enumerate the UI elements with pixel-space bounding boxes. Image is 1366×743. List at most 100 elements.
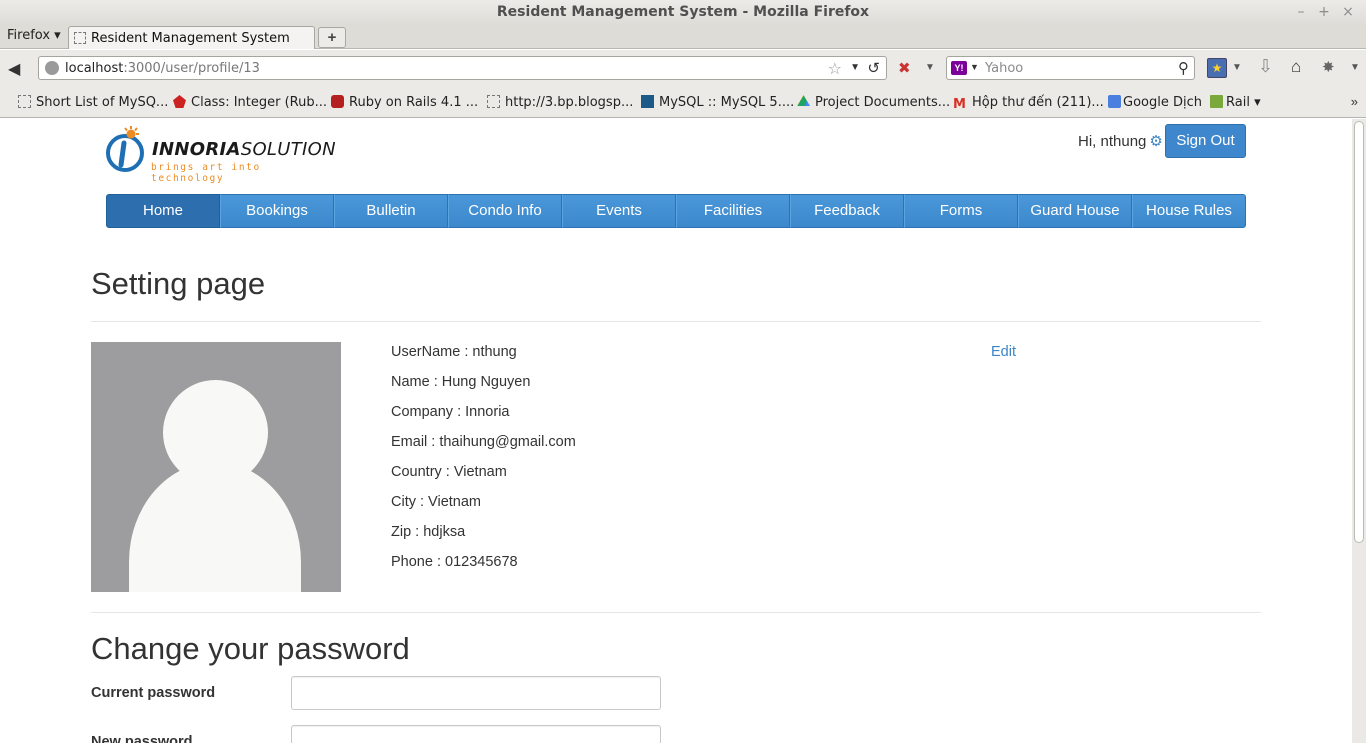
reload-icon[interactable]: ↺ xyxy=(867,59,880,77)
logo-wordmark: INNORIASOLUTION xyxy=(152,139,336,160)
url-text[interactable]: localhost:3000/user/profile/13 xyxy=(65,61,260,76)
bookmark-star-icon[interactable]: ☆ xyxy=(828,59,842,79)
globe-icon xyxy=(45,61,59,75)
nav-item-guard-house[interactable]: Guard House xyxy=(1018,194,1132,228)
bookmark-label: Ruby on Rails 4.1 ... xyxy=(349,95,479,110)
addon-dropdown-icon[interactable]: ▼ xyxy=(925,62,935,73)
bookmark-label: Hộp thư đến (211)... xyxy=(972,95,1104,110)
bookmark-item[interactable]: Short List of MySQ... xyxy=(18,95,168,110)
mysql-icon xyxy=(641,95,654,108)
url-host: localhost xyxy=(65,61,124,76)
edit-profile-link[interactable]: Edit xyxy=(991,342,1016,362)
profile-country: Country : Vietnam xyxy=(391,464,507,480)
nav-item-bookings[interactable]: Bookings xyxy=(220,194,334,228)
new-password-label: New password xyxy=(91,734,193,743)
blank-page-icon xyxy=(487,95,500,108)
bookmark-label: Class: Integer (Rub... xyxy=(191,95,328,110)
nav-item-feedback[interactable]: Feedback xyxy=(790,194,904,228)
home-icon[interactable]: ⌂ xyxy=(1291,57,1301,77)
bookmark-item[interactable]: Ruby on Rails 4.1 ... xyxy=(331,95,478,110)
addon-gear-icon[interactable]: ✸ xyxy=(1322,58,1335,76)
back-arrow-icon[interactable]: ◀ xyxy=(8,59,20,79)
profile-username: UserName : nthung xyxy=(391,344,517,360)
url-dropdown-icon[interactable]: ▼ xyxy=(850,62,860,73)
nav-item-home[interactable]: Home xyxy=(106,194,220,228)
gmail-icon: M xyxy=(953,97,966,112)
nav-item-facilities[interactable]: Facilities xyxy=(676,194,790,228)
user-greeting: Hi, nthung ⚙ xyxy=(1078,132,1163,150)
search-bar[interactable]: Y! ▼ Yahoo ⚲ xyxy=(946,56,1195,80)
browser-tab[interactable]: Resident Management System xyxy=(68,26,315,49)
divider xyxy=(91,321,1261,322)
new-password-input[interactable] xyxy=(291,725,661,743)
rails-icon xyxy=(331,95,344,108)
nav-item-bulletin[interactable]: Bulletin xyxy=(334,194,448,228)
innoria-logo[interactable]: INNORIASOLUTION brings art into technolo… xyxy=(104,125,336,184)
nav-item-events[interactable]: Events xyxy=(562,194,676,228)
sign-out-button[interactable]: Sign Out xyxy=(1165,124,1246,158)
bookmark-item[interactable]: M Hộp thư đến (211)... xyxy=(953,95,1104,111)
folder-icon xyxy=(1210,95,1223,108)
gear-icon[interactable]: ⚙ xyxy=(1149,132,1162,150)
logo-tagline: brings art into technology xyxy=(151,162,261,184)
maximize-button[interactable]: + xyxy=(1315,3,1333,21)
avatar-head xyxy=(163,380,268,485)
close-button[interactable]: × xyxy=(1339,3,1357,21)
profile-name: Name : Hung Nguyen xyxy=(391,374,531,390)
profile-zip: Zip : hdjksa xyxy=(391,524,466,540)
new-tab-button[interactable]: + xyxy=(318,27,346,48)
window-titlebar: Resident Management System - Mozilla Fir… xyxy=(0,0,1366,25)
scrollbar-thumb[interactable] xyxy=(1354,121,1364,543)
bookmark-item[interactable]: Google Dịch xyxy=(1108,95,1202,110)
bookmark-label: Rail ▾ xyxy=(1226,95,1261,110)
bookmark-label: Google Dịch xyxy=(1123,95,1202,110)
logo-wordmark-light: SOLUTION xyxy=(240,139,336,160)
innoria-logo-icon xyxy=(106,126,144,172)
bookmark-folder[interactable]: Rail ▾ xyxy=(1210,95,1261,110)
profile-company: Company : Innoria xyxy=(391,404,510,420)
page-scrollbar[interactable] xyxy=(1352,119,1366,743)
change-password-title: Change your password xyxy=(91,631,410,666)
divider xyxy=(91,612,1261,613)
current-password-input[interactable] xyxy=(291,676,661,710)
search-engine-dropdown-icon[interactable]: ▼ xyxy=(970,62,979,72)
firefox-menu-button[interactable]: Firefox ▾ xyxy=(7,28,61,43)
nav-item-condo-info[interactable]: Condo Info xyxy=(448,194,562,228)
toolbar-dropdown-icon[interactable]: ▼ xyxy=(1350,62,1360,73)
bookmarks-toolbar: Short List of MySQ... Class: Integer (Ru… xyxy=(0,87,1366,118)
window-title: Resident Management System - Mozilla Fir… xyxy=(496,4,870,20)
profile-info: UserName : nthung Name : Hung Nguyen Com… xyxy=(391,342,576,582)
minimize-button[interactable]: – xyxy=(1292,3,1310,21)
bookmark-label: Project Documents... xyxy=(815,95,951,110)
browser-tab-label: Resident Management System xyxy=(91,31,290,46)
addon-block-icon[interactable]: ✖ xyxy=(898,59,911,77)
url-path: :3000/user/profile/13 xyxy=(123,61,260,76)
tab-bar: Firefox ▾ Resident Management System + xyxy=(0,25,1366,49)
bookmark-label: Short List of MySQ... xyxy=(36,95,169,110)
url-bar[interactable]: localhost:3000/user/profile/13 ☆ ▼ ↺ xyxy=(38,56,887,80)
logo-wordmark-bold: INNORIA xyxy=(152,139,241,160)
download-arrow-icon[interactable]: ⇩ xyxy=(1258,56,1273,77)
profile-email: Email : thaihung@gmail.com xyxy=(391,434,576,450)
bookmark-item[interactable]: Class: Integer (Rub... xyxy=(173,95,327,110)
nav-item-house-rules[interactable]: House Rules xyxy=(1132,194,1246,228)
current-password-label: Current password xyxy=(91,685,216,701)
search-icon[interactable]: ⚲ xyxy=(1178,59,1189,77)
greeting-text: Hi, nthung xyxy=(1078,133,1147,150)
bookmark-label: MySQL :: MySQL 5.... xyxy=(659,95,795,110)
bookmark-item[interactable]: Project Documents... xyxy=(797,95,950,110)
main-nav: Home Bookings Bulletin Condo Info Events… xyxy=(106,194,1246,228)
search-input[interactable]: Yahoo xyxy=(985,61,1023,76)
yahoo-engine-icon[interactable]: Y! xyxy=(951,61,967,75)
bookmark-item[interactable]: MySQL :: MySQL 5.... xyxy=(641,95,794,110)
translate-icon xyxy=(1108,95,1121,108)
profile-phone: Phone : 012345678 xyxy=(391,554,518,570)
ruby-icon xyxy=(173,95,186,108)
drive-icon xyxy=(797,95,810,107)
bookmark-item[interactable]: http://3.bp.blogsp... xyxy=(487,95,633,110)
bookmarks-overflow-icon[interactable]: » xyxy=(1351,94,1358,109)
nav-item-forms[interactable]: Forms xyxy=(904,194,1018,228)
sidebar-dropdown-icon[interactable]: ▼ xyxy=(1232,62,1242,73)
sidebar-star-icon[interactable]: ★ xyxy=(1207,58,1227,78)
blank-page-icon xyxy=(74,32,86,44)
